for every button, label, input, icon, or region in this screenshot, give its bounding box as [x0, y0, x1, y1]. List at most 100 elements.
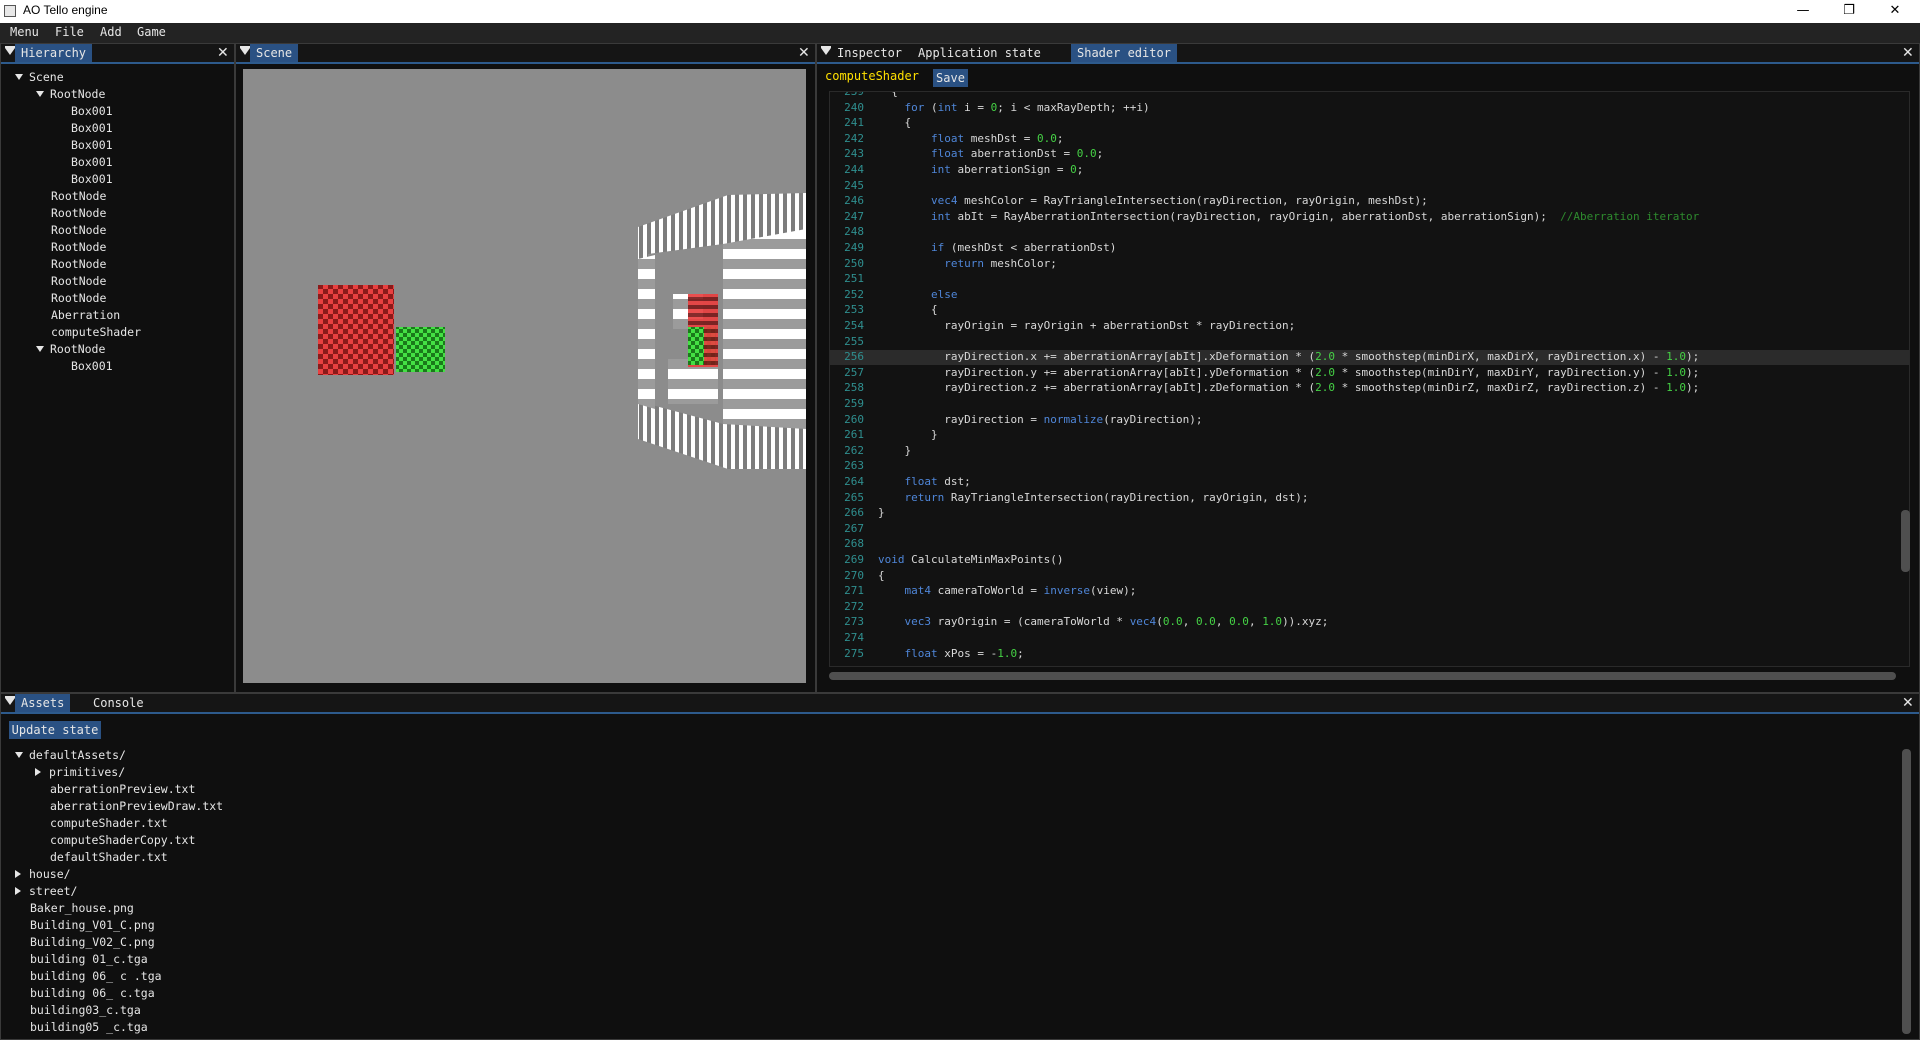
chevron-down-icon[interactable] — [15, 752, 23, 758]
code-line[interactable]: 250 return meshColor; — [830, 257, 1909, 272]
asset-item[interactable]: defaultAssets/ — [15, 748, 126, 762]
panel-menu-icon[interactable] — [5, 696, 15, 705]
chevron-right-icon[interactable] — [15, 887, 21, 895]
code-text[interactable]: rayDirection.x += aberrationArray[abIt].… — [878, 350, 1699, 363]
tree-item-rootnode[interactable]: RootNode — [36, 87, 105, 101]
code-text[interactable]: return meshColor; — [878, 257, 1057, 270]
code-text[interactable]: float xPos = -1.0; — [878, 647, 1024, 660]
asset-item[interactable]: aberrationPreview.txt — [50, 782, 195, 796]
code-line[interactable]: 251 — [830, 272, 1909, 287]
code-line[interactable]: 241 { — [830, 116, 1909, 131]
code-line[interactable]: 257 rayDirection.y += aberrationArray[ab… — [830, 366, 1909, 381]
tree-item-rootnode[interactable]: RootNode — [36, 342, 105, 356]
code-line[interactable]: 259 — [830, 397, 1909, 412]
code-text[interactable]: rayOrigin = rayOrigin + aberrationDst * … — [878, 319, 1295, 332]
tree-item-box[interactable]: Box001 — [71, 138, 113, 152]
asset-item[interactable]: defaultShader.txt — [50, 850, 168, 864]
tree-item-box[interactable]: Box001 — [71, 104, 113, 118]
tree-item-rootnode[interactable]: RootNode — [51, 257, 106, 271]
code-line[interactable]: 261 } — [830, 428, 1909, 443]
asset-item[interactable]: Building_V01_C.png — [30, 918, 155, 932]
asset-item[interactable]: Building_V02_C.png — [30, 935, 155, 949]
tab-application-state[interactable]: Application state — [912, 44, 1047, 62]
code-text[interactable]: { — [878, 92, 898, 98]
code-text[interactable]: vec4 meshColor = RayTriangleIntersection… — [878, 194, 1428, 207]
menu-add[interactable]: Add — [100, 25, 122, 39]
panel-menu-icon[interactable] — [5, 46, 15, 55]
code-text[interactable]: for (int i = 0; i < maxRayDepth; ++i) — [878, 101, 1150, 114]
code-line[interactable]: 253 { — [830, 303, 1909, 318]
panel-menu-icon[interactable] — [821, 46, 831, 55]
code-line[interactable]: 254 rayOrigin = rayOrigin + aberrationDs… — [830, 319, 1909, 334]
menu-menu[interactable]: Menu — [10, 25, 39, 39]
code-line[interactable]: 271 mat4 cameraToWorld = inverse(view); — [830, 584, 1909, 599]
editor-close-icon[interactable]: ✕ — [1902, 45, 1914, 61]
tree-item-rootnode[interactable]: RootNode — [51, 206, 106, 220]
tab-assets[interactable]: Assets — [15, 694, 71, 712]
code-line[interactable]: 242 float meshDst = 0.0; — [830, 132, 1909, 147]
asset-item[interactable]: building03_c.tga — [30, 1003, 141, 1017]
asset-item[interactable]: primitives/ — [35, 765, 125, 779]
code-line[interactable]: 248 — [830, 225, 1909, 240]
code-text[interactable]: int aberrationSign = 0; — [878, 163, 1083, 176]
code-line[interactable]: 270 { — [830, 569, 1909, 584]
update-state-button[interactable]: Update state — [9, 721, 101, 739]
asset-item[interactable]: street/ — [15, 884, 77, 898]
green-cube[interactable] — [396, 327, 445, 372]
code-line[interactable]: 245 — [830, 179, 1909, 194]
code-line[interactable]: 266} — [830, 506, 1909, 521]
code-text[interactable]: { — [878, 116, 911, 129]
code-text[interactable]: rayDirection = normalize(rayDirection); — [878, 413, 1202, 426]
asset-item[interactable]: computeShaderCopy.txt — [50, 833, 195, 847]
tree-item-box[interactable]: Box001 — [71, 121, 113, 135]
tree-item-box[interactable]: Box001 — [71, 359, 113, 373]
chevron-down-icon[interactable] — [15, 74, 23, 80]
code-line[interactable]: 252 else — [830, 288, 1909, 303]
asset-item[interactable]: aberrationPreviewDraw.txt — [50, 799, 223, 813]
code-editor[interactable]: 239 {240 for (int i = 0; i < maxRayDepth… — [829, 91, 1910, 667]
code-line[interactable]: 267 — [830, 522, 1909, 537]
code-line[interactable]: 258 rayDirection.z += aberrationArray[ab… — [830, 381, 1909, 396]
hierarchy-close-icon[interactable]: ✕ — [217, 45, 229, 61]
code-line[interactable]: 255 — [830, 335, 1909, 350]
code-line[interactable]: 272 — [830, 600, 1909, 615]
code-text[interactable]: int abIt = RayAberrationIntersection(ray… — [878, 210, 1699, 223]
tab-console[interactable]: Console — [87, 694, 150, 712]
code-line[interactable]: 247 int abIt = RayAberrationIntersection… — [830, 210, 1909, 225]
code-line[interactable]: 263 — [830, 459, 1909, 474]
code-line[interactable]: 265 return RayTriangleIntersection(rayDi… — [830, 491, 1909, 506]
code-line[interactable]: 273 vec3 rayOrigin = (cameraToWorld * ve… — [830, 615, 1909, 630]
tree-item-box[interactable]: Box001 — [71, 172, 113, 186]
code-line[interactable]: 249 if (meshDst < aberrationDst) — [830, 241, 1909, 256]
code-line[interactable]: 240 for (int i = 0; i < maxRayDepth; ++i… — [830, 101, 1909, 116]
tree-item-computeshader[interactable]: computeShader — [51, 325, 141, 339]
tree-item-rootnode[interactable]: RootNode — [51, 240, 106, 254]
code-line[interactable]: 262 } — [830, 444, 1909, 459]
code-line[interactable]: 275 float xPos = -1.0; — [830, 647, 1909, 662]
code-text[interactable]: } — [878, 428, 938, 441]
asset-item[interactable]: computeShader.txt — [50, 816, 168, 830]
scene-close-icon[interactable]: ✕ — [798, 45, 810, 61]
tab-shader-editor[interactable]: Shader editor — [1071, 44, 1177, 62]
asset-item[interactable]: house/ — [15, 867, 71, 881]
tab-scene[interactable]: Scene — [250, 44, 299, 62]
chevron-down-icon[interactable] — [36, 346, 44, 352]
code-text[interactable]: if (meshDst < aberrationDst) — [878, 241, 1116, 254]
code-line[interactable]: 264 float dst; — [830, 475, 1909, 490]
assets-close-icon[interactable]: ✕ — [1902, 695, 1914, 711]
tree-item-rootnode[interactable]: RootNode — [51, 189, 106, 203]
assets-scrollbar[interactable] — [1902, 749, 1911, 1034]
code-line[interactable]: 246 vec4 meshColor = RayTriangleIntersec… — [830, 194, 1909, 209]
scene-viewport[interactable] — [243, 69, 806, 683]
tab-hierarchy[interactable]: Hierarchy — [15, 44, 93, 62]
tree-item-rootnode[interactable]: RootNode — [51, 291, 106, 305]
code-horizontal-scrollbar[interactable] — [829, 672, 1896, 680]
tree-item-rootnode[interactable]: RootNode — [51, 274, 106, 288]
asset-item[interactable]: building05 _c.tga — [30, 1020, 148, 1034]
save-button[interactable]: Save — [933, 69, 968, 87]
tree-item-rootnode[interactable]: RootNode — [51, 223, 106, 237]
asset-item[interactable]: Baker_house.png — [30, 901, 134, 915]
code-vertical-scrollbar[interactable] — [1901, 510, 1910, 572]
tree-item-aberration[interactable]: Aberration — [51, 308, 120, 322]
code-text[interactable]: rayDirection.y += aberrationArray[abIt].… — [878, 366, 1699, 379]
